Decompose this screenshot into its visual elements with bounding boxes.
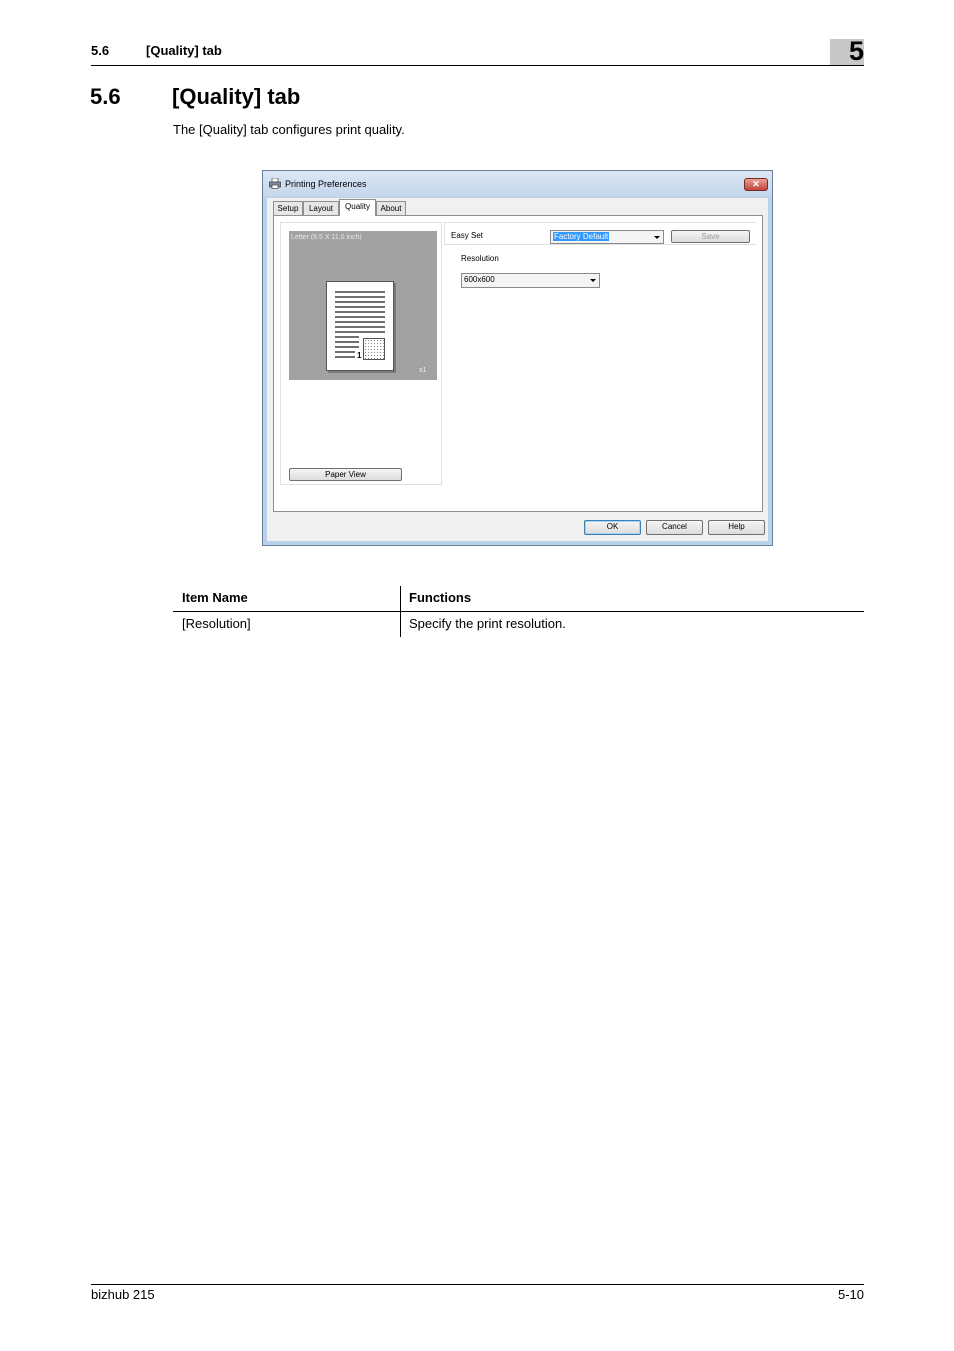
footer-product: bizhub 215 [91, 1287, 155, 1302]
table-header-functions: Functions [409, 590, 472, 605]
resolution-value: 600x600 [464, 275, 495, 284]
easy-set-row: Easy Set Factory Default Save [444, 222, 756, 245]
footer-rule [91, 1284, 864, 1285]
easy-set-value: Factory Default [553, 232, 610, 241]
paper-view-button[interactable]: Paper View [289, 468, 402, 481]
cancel-button[interactable]: Cancel [646, 520, 703, 535]
tab-quality[interactable]: Quality [339, 199, 376, 216]
preview-pane: Letter (8.5 X 11.0 inch) 1 x1 Paper View [280, 222, 442, 485]
help-button[interactable]: Help [708, 520, 765, 535]
ok-button[interactable]: OK [584, 520, 641, 535]
dialog-title: Printing Preferences [285, 179, 367, 189]
copies-indicator: x1 [419, 367, 427, 374]
footer-page-number: 5-10 [837, 1287, 864, 1302]
tab-setup[interactable]: Setup [273, 201, 303, 215]
page-number-marker: 1 [357, 351, 362, 360]
section-intro: The [Quality] tab configures print quali… [173, 122, 405, 137]
close-button[interactable]: ✕ [744, 178, 768, 191]
resolution-label: Resolution [461, 254, 499, 263]
resolution-select[interactable]: 600x600 [461, 273, 600, 288]
table-cell-item: [Resolution] [182, 616, 251, 631]
quality-tab-panel: Letter (8.5 X 11.0 inch) 1 x1 Paper View… [273, 215, 763, 512]
chapter-number: 5 [848, 36, 864, 66]
header-section-title: [Quality] tab [146, 43, 222, 58]
table-header-item-name: Item Name [182, 590, 248, 605]
section-title: [Quality] tab [172, 84, 301, 109]
tab-layout[interactable]: Layout [303, 201, 339, 215]
paper-size-label: Letter (8.5 X 11.0 inch) [291, 234, 362, 241]
dialog-body: Setup Layout Quality About Letter (8.5 X… [267, 198, 768, 541]
image-block [363, 338, 385, 360]
printer-icon [269, 178, 281, 189]
table-cell-function: Specify the print resolution. [409, 616, 566, 631]
table-header-rule [173, 611, 864, 612]
section-number: 5.6 [90, 84, 121, 109]
dialog-titlebar: Printing Preferences ✕ [263, 171, 772, 197]
chevron-down-icon [590, 279, 596, 282]
header-rule [91, 65, 864, 66]
page-preview: 1 [326, 281, 394, 371]
paper-preview: Letter (8.5 X 11.0 inch) 1 x1 [289, 231, 437, 380]
header-section-number: 5.6 [91, 43, 110, 58]
printing-preferences-dialog: Printing Preferences ✕ Setup Layout Qual… [262, 170, 773, 546]
easy-set-label: Easy Set [451, 231, 484, 240]
save-button[interactable]: Save [671, 230, 750, 243]
tab-about[interactable]: About [376, 201, 406, 215]
chevron-down-icon [654, 236, 660, 239]
easy-set-select[interactable]: Factory Default [550, 230, 664, 244]
